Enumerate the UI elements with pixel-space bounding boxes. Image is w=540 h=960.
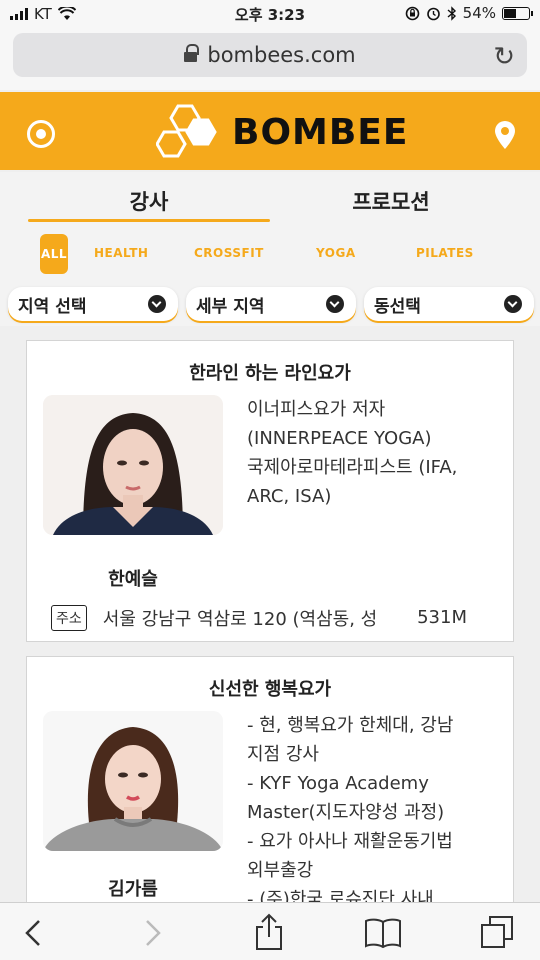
- category-health[interactable]: HEALTH: [94, 246, 148, 260]
- description-line: - 요가 아사나 재활운동기법: [247, 831, 453, 852]
- forward-icon[interactable]: [144, 919, 162, 947]
- chevron-down-icon: [504, 295, 522, 313]
- location-pin-icon[interactable]: [494, 120, 516, 150]
- portrait-image: [43, 711, 223, 851]
- chevron-down-icon: [148, 295, 166, 313]
- instructor-card[interactable]: 한라인 하는 라인요가 한예슬 이너피스요가 저자 (INNERPEACE YO…: [26, 340, 514, 642]
- browser-toolbar: [0, 902, 540, 960]
- description-line: - KYF Yoga Academy: [247, 773, 429, 794]
- tab-instructors[interactable]: 강사: [28, 186, 270, 216]
- instructor-description: - 현, 행복요가 한체대, 강남 지점 강사 - KYF Yoga Acade…: [247, 711, 497, 902]
- distance-label: 531M: [417, 607, 467, 628]
- description-line: 지점 강사: [247, 744, 319, 765]
- portrait-image: [43, 395, 223, 535]
- description-line: Master(지도자양성 과정): [247, 802, 445, 823]
- subregion-select-label: 세부 지역: [196, 296, 265, 317]
- category-all[interactable]: ALL: [40, 234, 68, 274]
- address-badge: 주소: [51, 605, 87, 631]
- target-icon[interactable]: [27, 120, 55, 148]
- category-yoga[interactable]: YOGA: [316, 246, 356, 260]
- dong-select-label: 동선택: [374, 296, 421, 317]
- region-selectors: 지역 선택 세부 지역 동선택: [0, 282, 540, 326]
- rotation-lock-icon: [405, 6, 419, 20]
- description-line: 국제아로마테라피스트 (IFA,: [247, 457, 458, 478]
- instructor-name: 김가름: [108, 879, 158, 900]
- instructor-photo: [43, 711, 223, 851]
- tabs-icon[interactable]: [480, 915, 514, 949]
- reload-icon[interactable]: ↻: [493, 42, 515, 72]
- category-filter-bar: ALL HEALTH CROSSFIT YOGA PILATES: [0, 226, 540, 282]
- description-line: - (주)한국 로슈진단 사내...: [247, 889, 451, 902]
- address-bar[interactable]: bombees.com ↻: [13, 33, 527, 77]
- url-text[interactable]: bombees.com: [207, 43, 355, 67]
- share-icon[interactable]: [254, 913, 284, 951]
- card-title: 한라인 하는 라인요가: [189, 363, 351, 384]
- address-row: 주소 서울 강남구 역삼로 120 (역삼동, 성: [51, 605, 377, 631]
- instructor-list[interactable]: 한라인 하는 라인요가 한예슬 이너피스요가 저자 (INNERPEACE YO…: [0, 326, 540, 902]
- battery-icon: [502, 6, 533, 20]
- chevron-down-icon: [326, 295, 344, 313]
- tab-promotions[interactable]: 프로모션: [270, 186, 512, 216]
- active-tab-indicator: [28, 219, 270, 222]
- status-right: 54%: [405, 4, 533, 22]
- browser-address-area: bombees.com ↻: [0, 28, 540, 90]
- card-title: 신선한 행복요가: [208, 679, 332, 700]
- instructor-name: 한예슬: [108, 569, 158, 590]
- description-line: 이너피스요가 저자: [247, 399, 386, 420]
- region-select-label: 지역 선택: [18, 296, 87, 317]
- description-line: ARC, ISA): [247, 486, 332, 507]
- bluetooth-icon: [447, 5, 456, 21]
- status-bar: KT 오후 3:23 54%: [0, 0, 540, 28]
- brand-name: BOMBEE: [232, 111, 409, 153]
- subregion-select[interactable]: 세부 지역: [186, 287, 356, 321]
- instructor-description: 이너피스요가 저자 (INNERPEACE YOGA) 국제아로마테라피스트 (…: [247, 395, 497, 511]
- brand-logo[interactable]: BOMBEE: [156, 104, 409, 160]
- dong-select[interactable]: 동선택: [364, 287, 534, 321]
- description-line: - 현, 행복요가 한체대, 강남: [247, 715, 454, 736]
- alarm-icon: [426, 7, 440, 20]
- back-icon[interactable]: [24, 919, 42, 947]
- honeycomb-logo-icon: [156, 104, 217, 158]
- instructor-card[interactable]: 신선한 행복요가 김가름 - 현, 행복요가 한체대, 강남 지점 강사 - K…: [26, 656, 514, 902]
- lock-icon: [184, 43, 200, 65]
- description-line: (INNERPEACE YOGA): [247, 428, 432, 449]
- region-select[interactable]: 지역 선택: [8, 287, 178, 321]
- category-pilates[interactable]: PILATES: [416, 246, 474, 260]
- instructor-photo: [43, 395, 223, 535]
- description-line: 외부출강: [247, 860, 314, 881]
- address-text: 서울 강남구 역삼로 120 (역삼동, 성: [102, 609, 378, 630]
- app-header: BOMBEE: [0, 92, 540, 170]
- category-crossfit[interactable]: CROSSFIT: [194, 246, 264, 260]
- bookmarks-icon[interactable]: [364, 917, 402, 949]
- battery-percent: 54%: [462, 4, 496, 22]
- battery-fill: [504, 8, 516, 18]
- main-tabs: 강사 프로모션: [0, 172, 540, 226]
